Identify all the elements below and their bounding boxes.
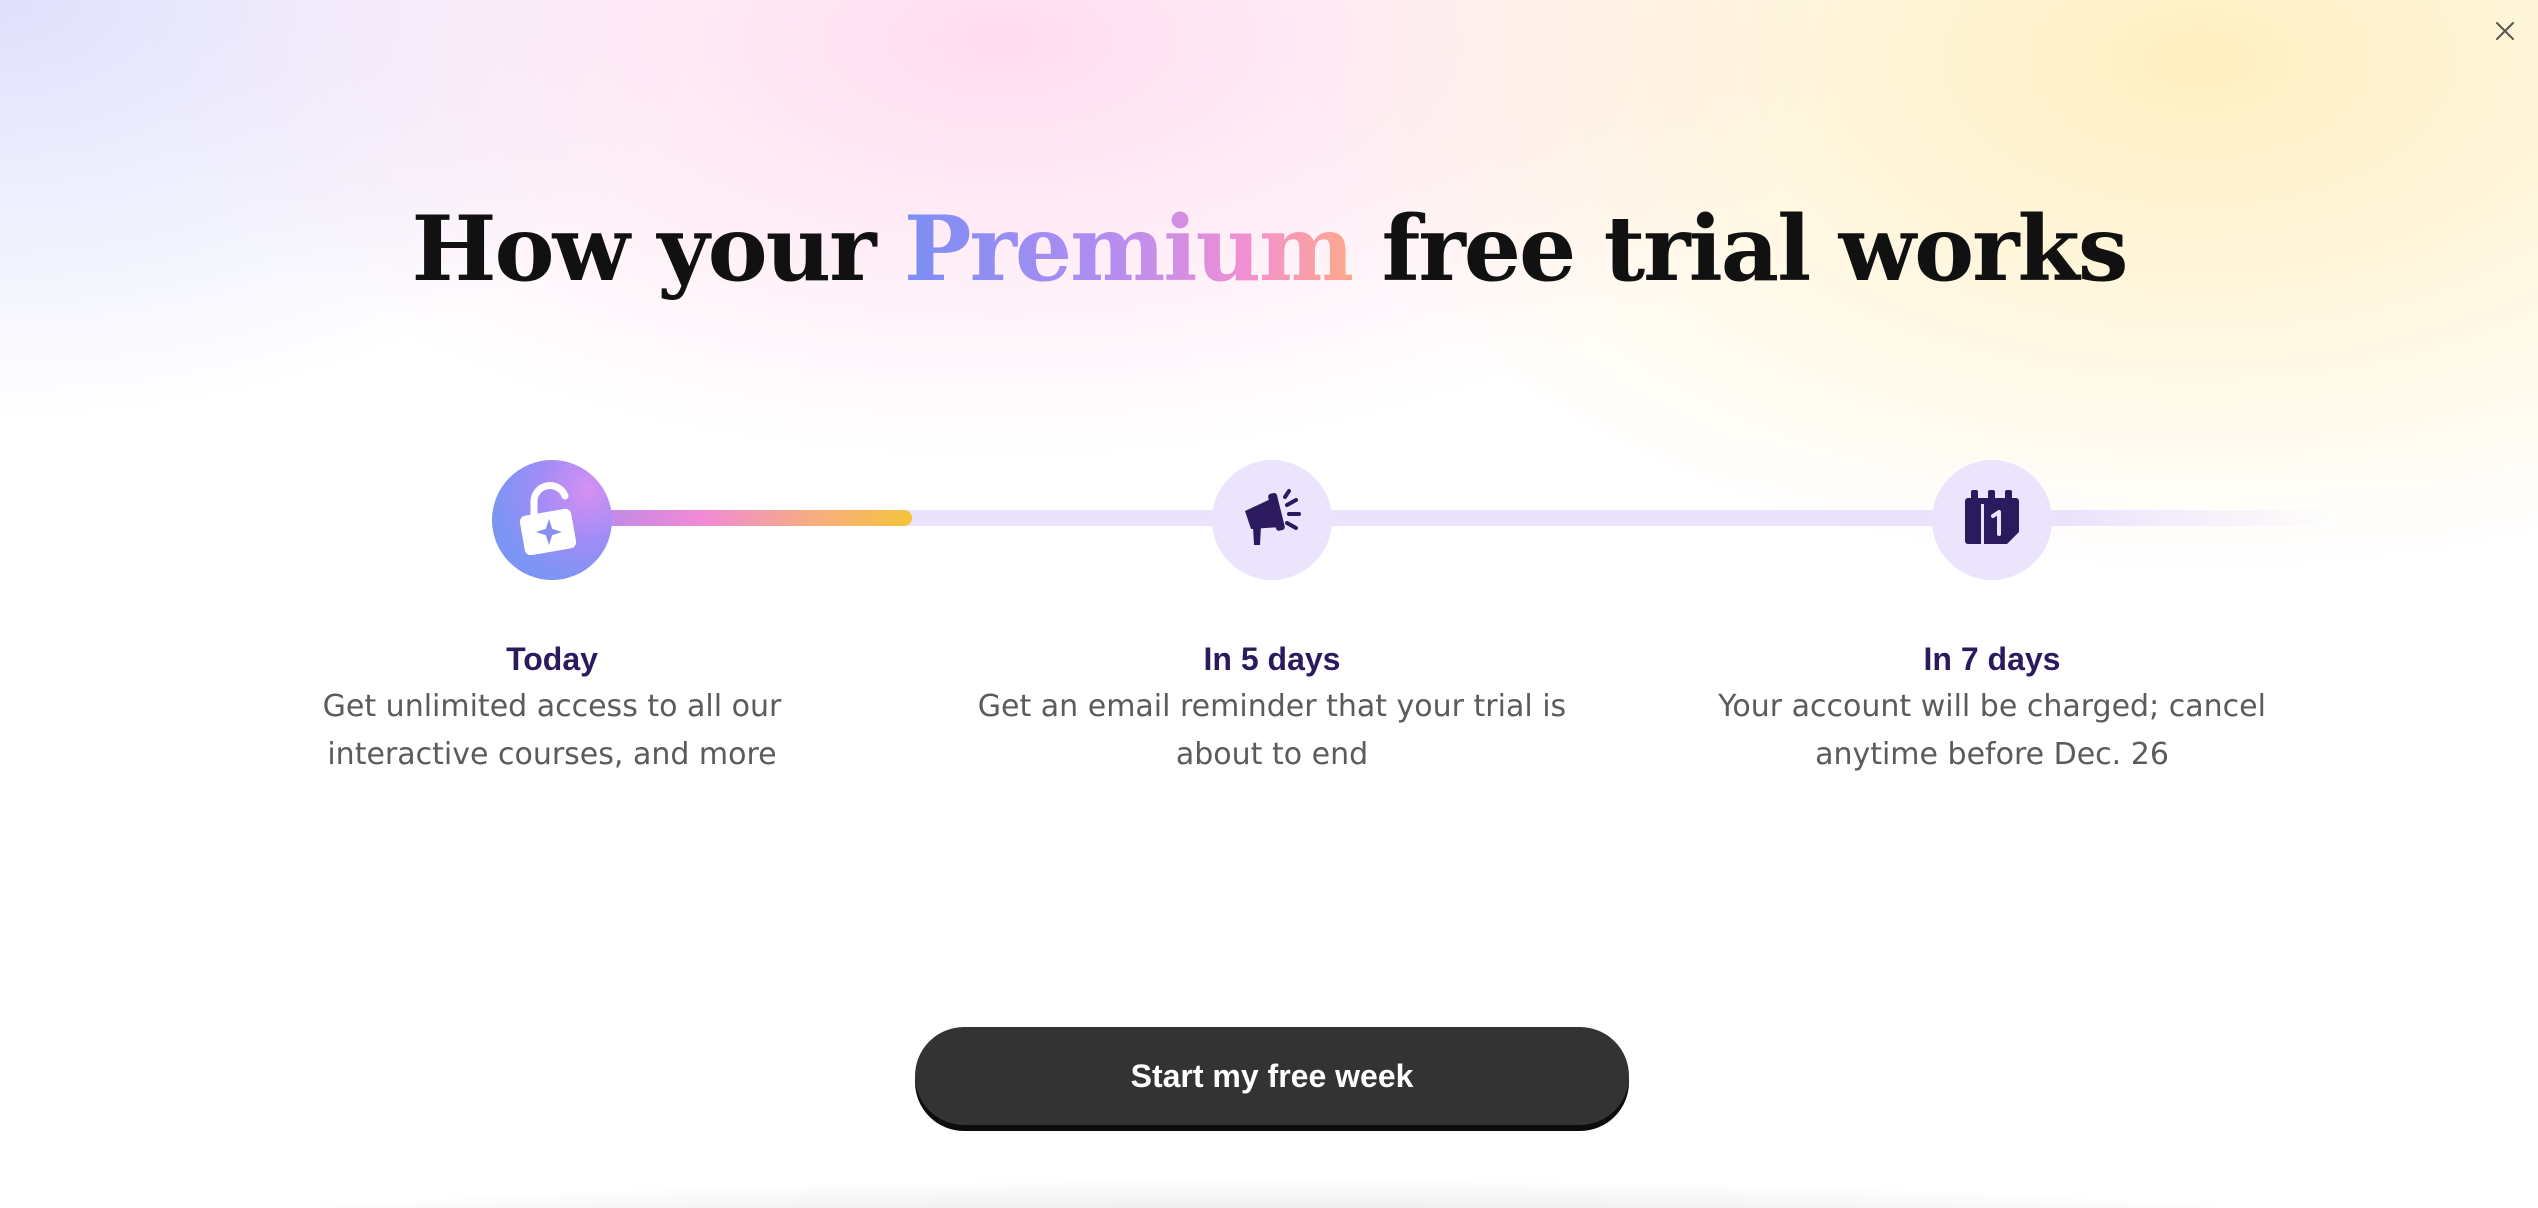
step-description-line1: Your account will be charged; cancel <box>1718 689 2266 724</box>
step-description-line1: Get unlimited access to all our <box>322 689 782 724</box>
step-description-line2: anytime before Dec. 26 <box>1815 737 2169 772</box>
page-title: How your Premium free trial works <box>0 196 2538 302</box>
step-description-line2: interactive courses, and more <box>327 737 777 772</box>
step-description-line2: about to end <box>1175 737 1369 772</box>
title-highlight-premium: Premium <box>903 196 1354 302</box>
megaphone-icon <box>1241 487 1303 553</box>
step-title: In 7 days <box>1923 641 2061 677</box>
calendar-icon <box>1963 490 2021 550</box>
title-suffix: free trial works <box>1352 196 2129 302</box>
close-icon[interactable] <box>2495 21 2515 45</box>
step-title: Today <box>506 641 598 677</box>
step-in-7-days: In 7 days Your account will be charged; … <box>1672 635 2312 779</box>
step-description-line1: Get an email reminder that your trial is <box>977 689 1567 724</box>
step-today: Today Get unlimited access to all our in… <box>232 635 872 779</box>
step-7-days-icon-circle <box>1932 460 2052 580</box>
step-today-icon-circle <box>492 460 612 580</box>
step-in-5-days: In 5 days Get an email reminder that you… <box>952 635 1592 779</box>
title-prefix: How your <box>411 196 904 302</box>
timeline-progress <box>560 510 912 526</box>
step-title: In 5 days <box>1203 641 1341 677</box>
start-free-week-button[interactable]: Start my free week <box>915 1027 1629 1125</box>
unlocked-padlock-sparkle-icon <box>519 481 585 559</box>
trial-modal: How your Premium free trial works Today … <box>0 0 2538 1208</box>
step-5-days-icon-circle <box>1212 460 1332 580</box>
close-button[interactable] <box>2490 18 2520 48</box>
